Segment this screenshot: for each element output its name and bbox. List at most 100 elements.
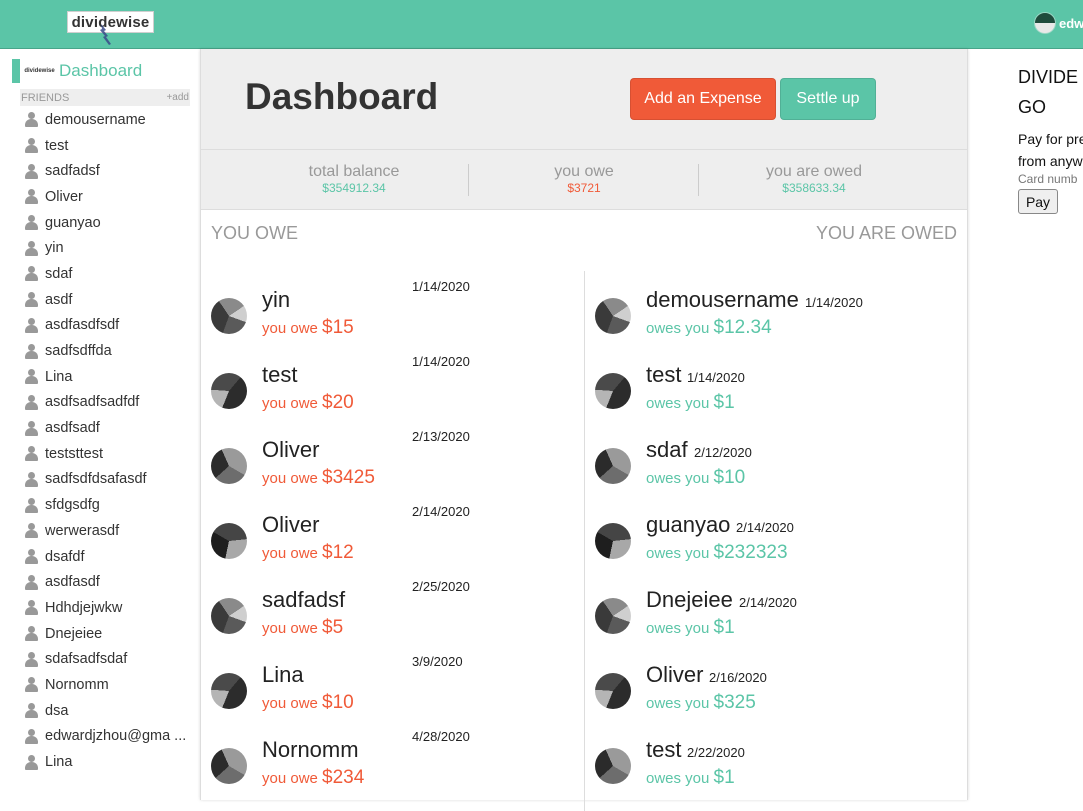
person-icon: [24, 240, 38, 256]
sidebar-dashboard-link[interactable]: dividewise Dashboard: [12, 59, 142, 83]
friend-item[interactable]: sfdgsdfg: [24, 492, 190, 518]
entry-amount-value: $10: [322, 692, 354, 713]
friend-name: sfdgsdfg: [45, 497, 100, 514]
friend-name: asdfsadf: [45, 420, 100, 437]
friend-item[interactable]: sadfsdffda: [24, 338, 190, 364]
entry-amount-value: $325: [713, 692, 756, 713]
entry-amount-value: $1: [713, 617, 735, 638]
entry-amount: you owe $3425: [262, 467, 375, 489]
balance-entry[interactable]: demousername 1/14/2020 owes you $12.34: [595, 279, 955, 354]
friend-item[interactable]: sadfsdfdsafasdf: [24, 467, 190, 493]
add-expense-button[interactable]: Add an Expense: [630, 78, 776, 120]
total-balance-value: $354912.34: [322, 181, 386, 195]
entry-date: 2/16/2020: [709, 670, 767, 685]
entry-date: 2/25/2020: [412, 579, 470, 594]
friend-name: dsafdf: [45, 548, 85, 565]
entry-name: test: [646, 362, 682, 387]
entry-amount-prefix: owes you: [646, 545, 710, 562]
friend-item[interactable]: sadfadsf: [24, 158, 190, 184]
add-friend-link[interactable]: +add: [166, 92, 189, 103]
balance-entry[interactable]: Lina 3/9/2020 you owe $10: [211, 654, 571, 729]
friend-name: sadfsdffda: [45, 343, 112, 360]
person-icon: [24, 600, 38, 616]
friend-name: sdafsadfsdaf: [45, 651, 128, 668]
friend-name: asdfsadfsadfdf: [45, 394, 140, 411]
balance-entry[interactable]: Oliver 2/13/2020 you owe $3425: [211, 429, 571, 504]
balance-entry[interactable]: Nornomm 4/28/2020 you owe $234: [211, 729, 571, 804]
friend-name: Oliver: [45, 188, 83, 205]
entry-date: 2/12/2020: [694, 445, 752, 460]
balance-entry[interactable]: Oliver 2/14/2020 you owe $12: [211, 504, 571, 579]
person-icon: [24, 626, 38, 642]
friend-avatar: [595, 598, 631, 634]
you-are-owed-value: $358633.34: [782, 181, 846, 195]
friend-name: werwerasdf: [45, 522, 120, 539]
friend-item[interactable]: dsa: [24, 698, 190, 724]
person-icon: [24, 703, 38, 719]
friend-item[interactable]: asdf: [24, 287, 190, 313]
entry-amount-value: $232323: [713, 542, 788, 563]
entry-name: test: [262, 362, 298, 387]
friend-name: edwardjzhou@gma ...: [45, 728, 187, 745]
friend-item[interactable]: guanyao: [24, 210, 190, 236]
friend-item[interactable]: edwardjzhou@gma ...: [24, 724, 190, 750]
entry-amount: owes you $10: [646, 467, 745, 489]
dashboard-header: Dashboard Add an Expense Settle up: [201, 49, 967, 150]
pay-button[interactable]: Pay: [1018, 189, 1058, 214]
friend-item[interactable]: yin: [24, 235, 190, 261]
balance-entry[interactable]: test 2/22/2020 owes you $1: [595, 729, 955, 804]
entry-amount-prefix: you owe: [262, 620, 318, 637]
entry-amount: you owe $12: [262, 542, 354, 564]
entry-amount-prefix: you owe: [262, 545, 318, 562]
entry-date: 1/14/2020: [412, 279, 470, 294]
balance-summary: total balance $354912.34 you owe $3721 y…: [201, 150, 967, 210]
balance-entry[interactable]: Oliver 2/16/2020 owes you $325: [595, 654, 955, 729]
balance-entry[interactable]: test 1/14/2020 you owe $20: [211, 354, 571, 429]
friend-item[interactable]: sdaf: [24, 261, 190, 287]
friend-item[interactable]: asdfasdfsdf: [24, 313, 190, 339]
balance-divider: [698, 164, 699, 196]
friend-name: demousername: [45, 111, 146, 128]
friend-item[interactable]: Lina: [24, 364, 190, 390]
entry-amount: owes you $12.34: [646, 317, 772, 339]
balance-entry[interactable]: sdaf 2/12/2020 owes you $10: [595, 429, 955, 504]
friend-item[interactable]: Hdhdjejwkw: [24, 595, 190, 621]
dividewise-logo[interactable]: dividewise: [67, 11, 154, 45]
balance-entry[interactable]: test 1/14/2020 owes you $1: [595, 354, 955, 429]
friend-avatar: [595, 673, 631, 709]
person-icon: [24, 112, 38, 128]
friend-item[interactable]: sdafsadfsdaf: [24, 646, 190, 672]
you-are-owed-label: you are owed: [765, 163, 863, 180]
friend-item[interactable]: teststtest: [24, 441, 190, 467]
person-icon: [24, 471, 38, 487]
friend-item[interactable]: Lina: [24, 749, 190, 775]
settle-up-button[interactable]: Settle up: [780, 78, 876, 120]
entry-date: 1/14/2020: [805, 295, 863, 310]
balance-entry[interactable]: guanyao 2/14/2020 owes you $232323: [595, 504, 955, 579]
person-icon: [24, 549, 38, 565]
balance-entry[interactable]: Dnejeiee 2/14/2020 owes you $1: [595, 579, 955, 654]
balance-entry[interactable]: yin 1/14/2020 you owe $15: [211, 279, 571, 354]
friend-name: dsa: [45, 702, 69, 719]
friend-item[interactable]: Nornomm: [24, 672, 190, 698]
entry-amount-prefix: owes you: [646, 695, 710, 712]
friend-item[interactable]: asdfasdf: [24, 569, 190, 595]
friend-item[interactable]: demousername: [24, 107, 190, 133]
friend-item[interactable]: asdfsadf: [24, 415, 190, 441]
entry-amount-value: $15: [322, 317, 354, 338]
friend-name: test: [45, 137, 69, 154]
entry-name: Oliver: [646, 662, 704, 687]
friend-item[interactable]: werwerasdf: [24, 518, 190, 544]
entry-amount-value: $5: [322, 617, 344, 638]
friend-item[interactable]: test: [24, 133, 190, 159]
friend-item[interactable]: Oliver: [24, 184, 190, 210]
friend-item[interactable]: asdfsadfsadfdf: [24, 390, 190, 416]
friend-item[interactable]: dsafdf: [24, 544, 190, 570]
friend-avatar: [211, 448, 247, 484]
user-menu[interactable]: edw: [1034, 12, 1083, 34]
balance-entry[interactable]: sadfadsf 2/25/2020 you owe $5: [211, 579, 571, 654]
person-icon: [24, 394, 38, 410]
column-divider: [584, 271, 585, 811]
friend-item[interactable]: Dnejeiee: [24, 621, 190, 647]
entry-date: 2/14/2020: [739, 595, 797, 610]
